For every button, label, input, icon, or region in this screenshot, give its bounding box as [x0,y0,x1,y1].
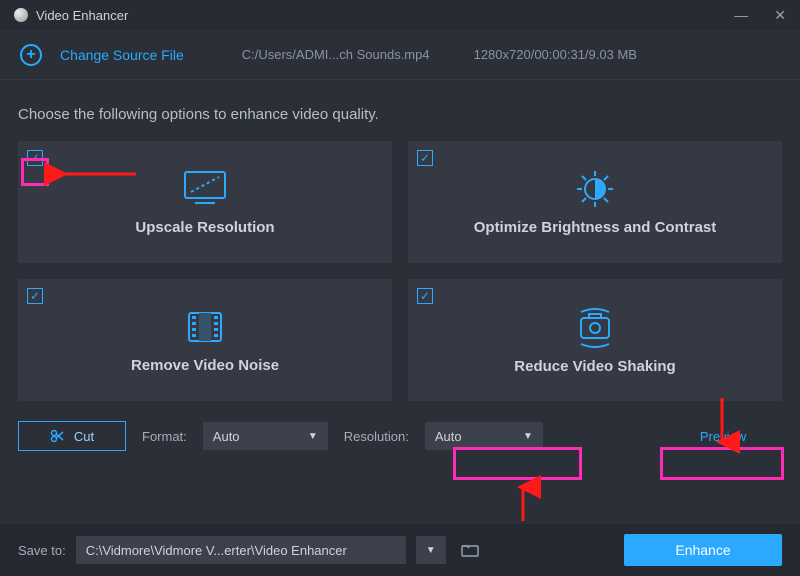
enhance-label: Enhance [675,542,730,558]
chevron-down-icon: ▼ [426,545,436,556]
close-button[interactable]: ✕ [774,7,786,24]
format-value: Auto [213,429,240,444]
checkbox-noise[interactable]: ✓ [27,288,43,304]
cut-label: Cut [74,429,94,444]
card-shaking-label: Reduce Video Shaking [514,358,675,375]
film-icon [179,307,231,347]
source-file-meta: 1280x720/00:00:31/9.03 MB [474,47,637,62]
chevron-down-icon: ▼ [308,431,318,442]
checkbox-upscale[interactable]: ✓ [27,150,43,166]
controls-row: Cut Format: Auto ▼ Resolution: Auto ▼ Pr… [18,421,782,451]
save-path-dropdown[interactable]: ▼ [416,536,446,564]
source-file-path: C:/Users/ADMI...ch Sounds.mp4 [242,47,430,62]
minimize-button[interactable]: — [734,7,748,24]
card-remove-noise[interactable]: ✓ Remove Video Noise [18,279,392,401]
monitor-icon [179,169,231,209]
card-upscale-label: Upscale Resolution [135,219,274,236]
card-brightness-contrast[interactable]: ✓ Optimize Brightness and Contrast [408,141,782,263]
preview-button[interactable]: Preview [664,421,782,451]
card-upscale-resolution[interactable]: ✓ Upscale Resolution [18,141,392,263]
format-label: Format: [142,429,187,444]
checkbox-brightness[interactable]: ✓ [417,150,433,166]
card-brightness-label: Optimize Brightness and Contrast [474,219,717,236]
resolution-value: Auto [435,429,462,444]
format-select[interactable]: Auto ▼ [203,422,328,450]
resolution-label: Resolution: [344,429,409,444]
browse-folder-button[interactable] [456,536,484,564]
add-source-icon[interactable]: + [20,44,42,66]
app-title: Video Enhancer [36,8,128,23]
annotation-highlight [453,447,582,480]
title-bar: Video Enhancer — ✕ [0,0,800,30]
save-to-label: Save to: [18,543,66,558]
card-reduce-shaking[interactable]: ✓ Reduce Video Shaking [408,279,782,401]
footer-bar: Save to: C:\Vidmore\Vidmore V...erter\Vi… [0,524,800,576]
chevron-down-icon: ▼ [523,431,533,442]
save-path-field[interactable]: C:\Vidmore\Vidmore V...erter\Video Enhan… [76,536,406,564]
change-source-button[interactable]: Change Source File [60,47,184,63]
cut-button[interactable]: Cut [18,421,126,451]
annotation-highlight [660,447,784,480]
resolution-select[interactable]: Auto ▼ [425,422,543,450]
card-noise-label: Remove Video Noise [131,357,279,374]
instruction-text: Choose the following options to enhance … [18,106,782,123]
checkbox-shaking[interactable]: ✓ [417,288,433,304]
annotation-arrow [516,483,530,528]
camera-shake-icon [567,306,623,348]
folder-icon [461,543,479,557]
enhance-button[interactable]: Enhance [624,534,782,566]
source-toolbar: + Change Source File C:/Users/ADMI...ch … [0,30,800,80]
brightness-icon [569,169,621,209]
options-grid: ✓ Upscale Resolution ✓ [18,141,782,401]
save-path-value: C:\Vidmore\Vidmore V...erter\Video Enhan… [86,543,347,558]
app-icon [14,8,28,22]
scissors-icon [50,429,64,443]
preview-label: Preview [700,429,746,444]
